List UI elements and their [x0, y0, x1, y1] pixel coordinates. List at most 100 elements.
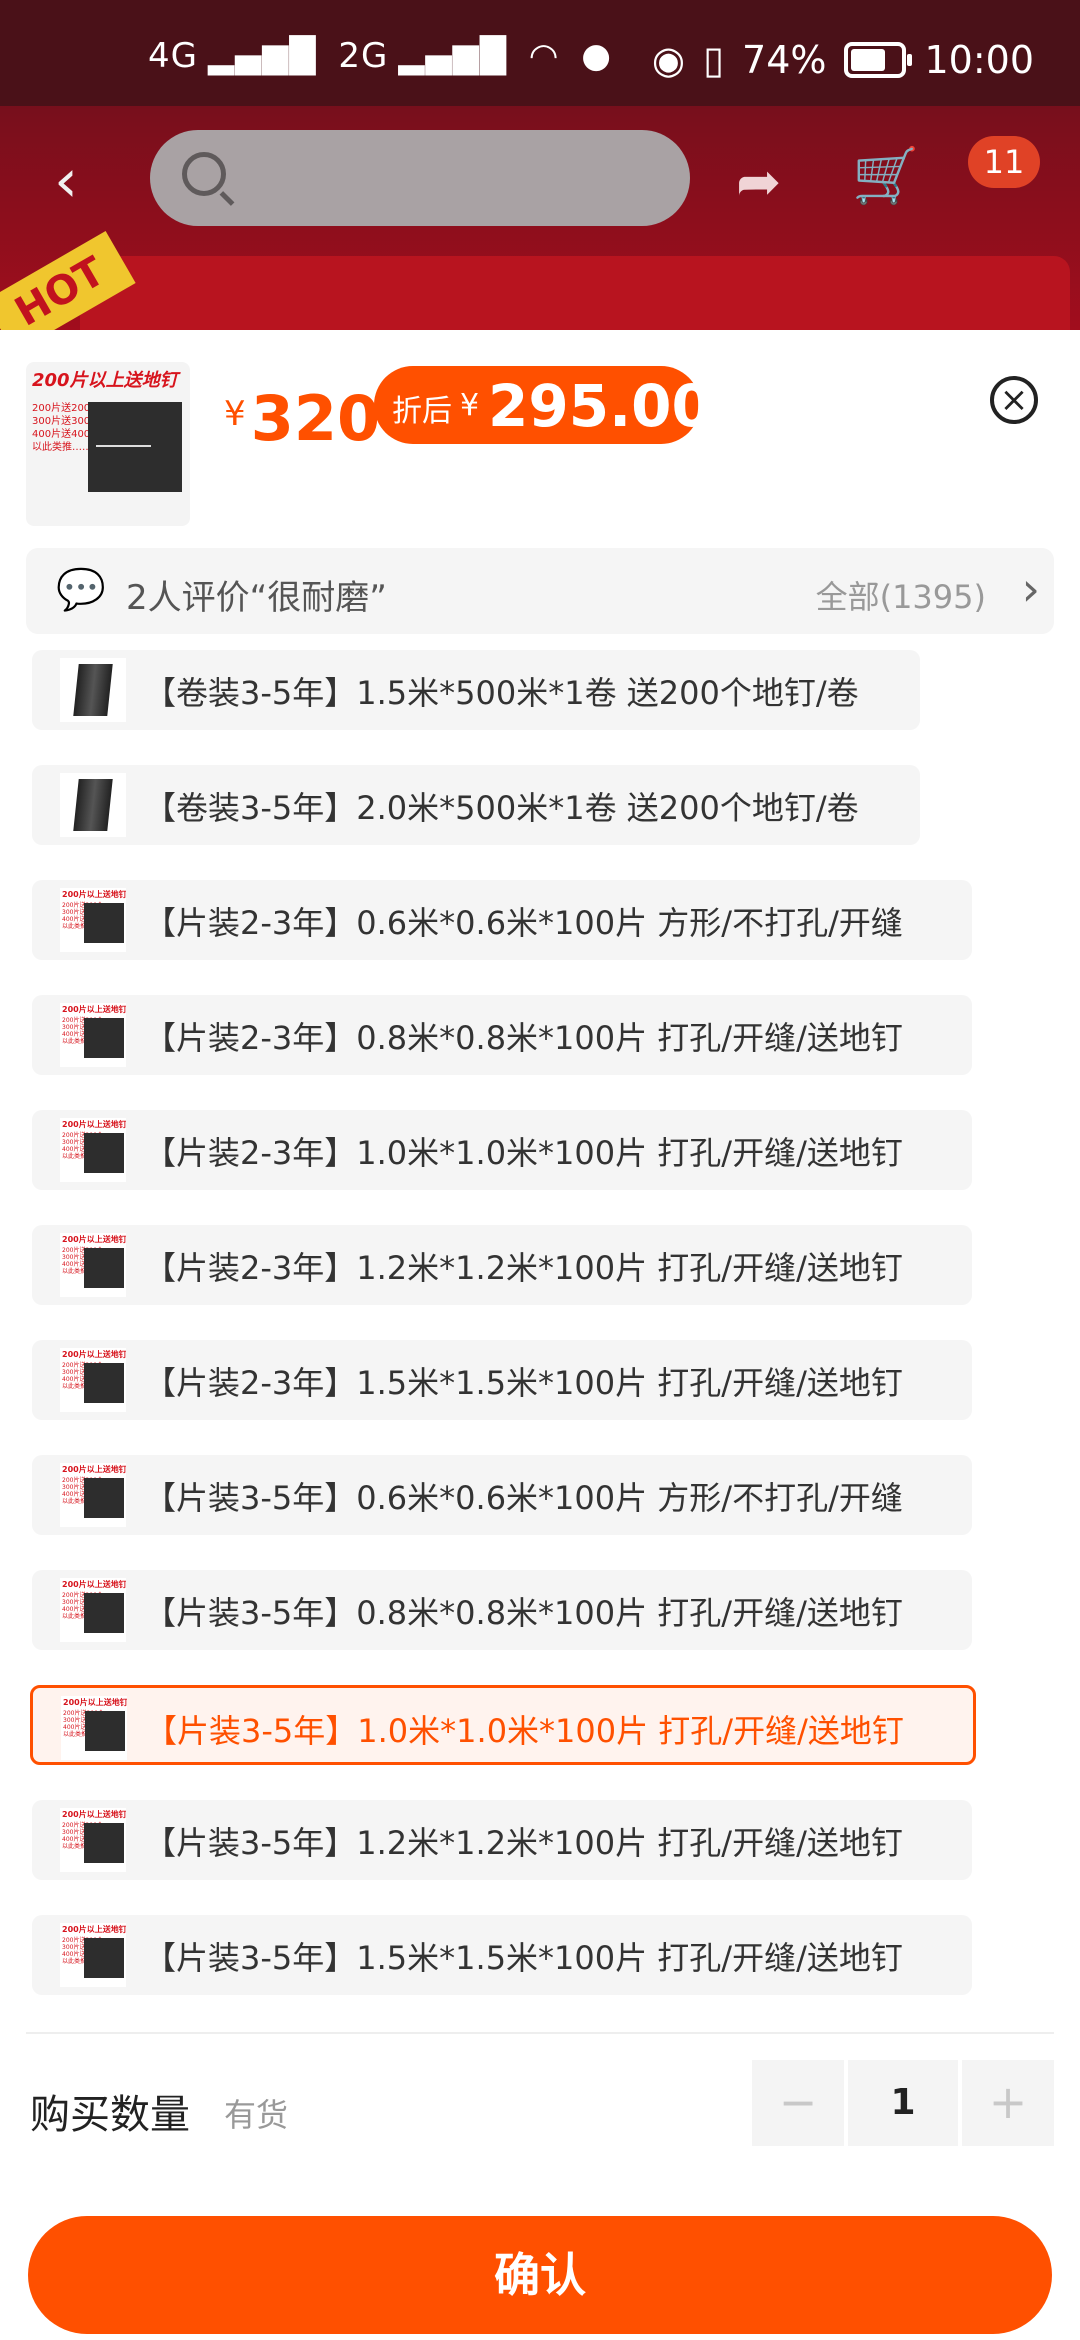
discount-price-badge: 折后 ¥ 295.00	[374, 366, 712, 444]
sku-option-label: 【片装2-3年】1.5米*1.5米*100片 打孔/开缝/送地钉	[144, 1364, 903, 1402]
sheet-product-image	[85, 1711, 125, 1751]
sheet-product-image	[84, 1478, 124, 1518]
search-icon	[182, 152, 226, 196]
sku-option[interactable]: 200片以上送地钉 200片送200个 300片送300个 400片送400个 以…	[32, 1800, 972, 1880]
sheet-product-image	[84, 1018, 124, 1058]
sku-option[interactable]: 200片以上送地钉 200片送200个 300片送300个 400片送400个 以…	[32, 995, 972, 1075]
currency-symbol: ¥	[224, 394, 246, 434]
sku-option-label: 【片装3-5年】1.2米*1.2米*100片 打孔/开缝/送地钉	[144, 1824, 903, 1862]
sku-option[interactable]: 200片以上送地钉 200片送200个 300片送300个 400片送400个 以…	[32, 1455, 972, 1535]
sku-option[interactable]: 【卷装3-5年】1.5米*500米*1卷 送200个地钉/卷	[32, 650, 920, 730]
sheet-product-image	[84, 1823, 124, 1863]
quantity-title: 购买数量	[30, 2092, 190, 2138]
review-summary-bar[interactable]: 💬 2人评价“很耐磨” 全部(1395) ›	[26, 548, 1054, 634]
option-thumbnail-title: 200片以上送地钉	[62, 1350, 126, 1359]
sku-option-label: 【片装2-3年】0.8米*0.8米*100片 打孔/开缝/送地钉	[144, 1019, 903, 1057]
quantity-value[interactable]: 1	[848, 2060, 958, 2146]
sku-option[interactable]: 200片以上送地钉 200片送200个 300片送300个 400片送400个 以…	[32, 1570, 972, 1650]
battery-percent: 74%	[742, 38, 827, 82]
original-price: ¥ 320	[224, 382, 380, 455]
sku-option[interactable]: 200片以上送地钉 200片送200个 300片送300个 400片送400个 以…	[32, 1915, 972, 1995]
option-thumbnail-title: 200片以上送地钉	[62, 1120, 126, 1129]
sku-option[interactable]: 200片以上送地钉 200片送200个 300片送300个 400片送400个 以…	[32, 1340, 972, 1420]
sku-option-label: 【卷装3-5年】2.0米*500米*1卷 送200个地钉/卷	[144, 789, 859, 827]
sku-option-label: 【卷装3-5年】1.5米*500米*1卷 送200个地钉/卷	[144, 674, 859, 712]
clock: 10:00	[924, 38, 1034, 82]
confirm-button[interactable]: 确认	[28, 2216, 1052, 2334]
vibrate-icon: ▯	[703, 38, 725, 82]
network-1-label: 4G	[148, 36, 198, 76]
search-bar[interactable]	[150, 130, 690, 226]
sku-option-label: 【片装3-5年】1.0米*1.0米*100片 打孔/开缝/送地钉	[145, 1712, 904, 1750]
signal-indicators: 4G ▂▄▆█ 2G ▂▄▆█ ◠ ●	[148, 36, 622, 76]
cart-count-badge: 11	[968, 136, 1040, 188]
sku-option[interactable]: 200片以上送地钉 200片送200个 300片送300个 400片送400个 以…	[30, 1685, 976, 1765]
sku-option[interactable]: 【卷装3-5年】2.0米*500米*1卷 送200个地钉/卷	[32, 765, 920, 845]
roll-product-image	[73, 664, 113, 716]
option-thumbnail: 200片以上送地钉 200片送200个 300片送300个 400片送400个 以…	[60, 1808, 126, 1872]
option-thumbnail: 200片以上送地钉 200片送200个 300片送300个 400片送400个 以…	[60, 1923, 126, 1987]
message-icon: ●	[581, 36, 612, 76]
sheet-product-image	[84, 1133, 124, 1173]
sheet-product-image	[84, 903, 124, 943]
nav-bar: ‹ ➦ 🛒 11	[0, 106, 1080, 256]
wifi-icon: ◠	[528, 36, 560, 76]
option-thumbnail-title: 200片以上送地钉	[62, 1005, 126, 1014]
option-thumbnail-title: 200片以上送地钉	[63, 1698, 127, 1707]
option-thumbnail-title: 200片以上送地钉	[62, 1465, 126, 1474]
option-thumbnail: 200片以上送地钉 200片送200个 300片送300个 400片送400个 以…	[60, 1463, 126, 1527]
option-thumbnail-title: 200片以上送地钉	[62, 1235, 126, 1244]
all-reviews-label: 全部(1395)	[815, 578, 986, 616]
discount-label: 折后	[392, 394, 452, 429]
signal-bars-icon: ▂▄▆█	[207, 36, 317, 76]
roll-product-image	[73, 779, 113, 831]
increase-button[interactable]: +	[962, 2060, 1054, 2146]
discount-currency: ¥	[460, 388, 480, 423]
thumbnail-title: 200片以上送地钉	[32, 370, 178, 391]
option-thumbnail: 200片以上送地钉 200片送200个 300片送300个 400片送400个 以…	[60, 1233, 126, 1297]
discount-price-value: 295.00	[488, 372, 712, 440]
sku-option-label: 【片装2-3年】1.0米*1.0米*100片 打孔/开缝/送地钉	[144, 1134, 903, 1172]
option-thumbnail: 200片以上送地钉 200片送200个 300片送300个 400片送400个 以…	[60, 888, 126, 952]
sku-option-label: 【片装3-5年】0.6米*0.6米*100片 方形/不打孔/开缝	[144, 1479, 903, 1517]
divider	[26, 2032, 1054, 2034]
price-value: 320	[250, 382, 381, 455]
sheet-product-image	[84, 1938, 124, 1978]
promo-banner: HOT	[0, 231, 1080, 353]
review-text: 2人评价“很耐磨”	[126, 578, 387, 618]
thumbnail-product-image	[88, 402, 182, 492]
option-thumbnail	[60, 658, 126, 722]
product-thumbnail[interactable]: 200片以上送地钉 200片送200个 300片送300个 400片送400个 …	[26, 362, 190, 526]
cart-icon[interactable]: 🛒	[852, 144, 919, 208]
sku-option-label: 【片装3-5年】0.8米*0.8米*100片 打孔/开缝/送地钉	[144, 1594, 903, 1632]
sku-option[interactable]: 200片以上送地钉 200片送200个 300片送300个 400片送400个 以…	[32, 1110, 972, 1190]
sku-option-label: 【片装2-3年】1.2米*1.2米*100片 打孔/开缝/送地钉	[144, 1249, 903, 1287]
battery-icon	[844, 42, 913, 78]
sku-option[interactable]: 200片以上送地钉 200片送200个 300片送300个 400片送400个 以…	[32, 880, 972, 960]
status-right: ◉ ▯ 74% 10:00	[652, 38, 1034, 82]
option-thumbnail-title: 200片以上送地钉	[62, 1810, 126, 1819]
decrease-button[interactable]: −	[752, 2060, 844, 2146]
sku-option-list: 【卷装3-5年】1.5米*500米*1卷 送200个地钉/卷 【卷装3-5年】2.…	[0, 650, 1080, 1995]
sheet-product-image	[84, 1593, 124, 1633]
option-thumbnail: 200片以上送地钉 200片送200个 300片送300个 400片送400个 以…	[60, 1118, 126, 1182]
option-thumbnail: 200片以上送地钉 200片送200个 300片送300个 400片送400个 以…	[61, 1696, 127, 1760]
share-icon[interactable]: ➦	[736, 150, 781, 213]
back-icon[interactable]: ‹	[54, 146, 78, 216]
status-bar: 4G ▂▄▆█ 2G ▂▄▆█ ◠ ● ◉ ▯ 74% 10:00	[0, 0, 1080, 106]
quantity-stepper: − 1 +	[752, 2060, 1054, 2146]
option-thumbnail	[60, 773, 126, 837]
sku-bottom-sheet: 200片以上送地钉 200片送200个 300片送300个 400片送400个 …	[0, 330, 1080, 2340]
sku-option-label: 【片装3-5年】1.5米*1.5米*100片 打孔/开缝/送地钉	[144, 1939, 903, 1977]
chevron-right-icon: ›	[1021, 562, 1040, 616]
option-thumbnail: 200片以上送地钉 200片送200个 300片送300个 400片送400个 以…	[60, 1578, 126, 1642]
banner-image	[80, 256, 1070, 340]
option-thumbnail: 200片以上送地钉 200片送200个 300片送300个 400片送400个 以…	[60, 1003, 126, 1067]
network-2-label: 2G	[338, 36, 389, 76]
option-thumbnail-title: 200片以上送地钉	[62, 890, 126, 899]
sku-option[interactable]: 200片以上送地钉 200片送200个 300片送300个 400片送400个 以…	[32, 1225, 972, 1305]
option-thumbnail: 200片以上送地钉 200片送200个 300片送300个 400片送400个 以…	[60, 1348, 126, 1412]
sku-option-label: 【片装2-3年】0.6米*0.6米*100片 方形/不打孔/开缝	[144, 904, 903, 942]
close-icon[interactable]: ×	[990, 376, 1038, 424]
stock-status: 有货	[224, 2096, 289, 2134]
